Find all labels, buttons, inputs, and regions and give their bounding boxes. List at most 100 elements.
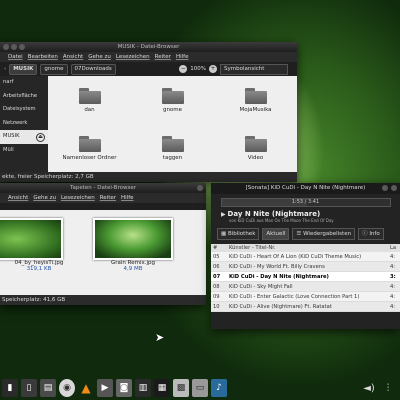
close-icon[interactable] bbox=[197, 185, 203, 191]
track-name: KiD CuDi - Sky Might Fall bbox=[227, 281, 388, 292]
menu-bearbeiten[interactable]: Bearbeiten bbox=[28, 52, 58, 62]
sidebar-item-dateisystem[interactable]: Dateisystem bbox=[0, 103, 48, 117]
files-icon[interactable]: ▯ bbox=[21, 379, 37, 397]
zoom-in-icon[interactable]: + bbox=[209, 65, 217, 73]
video-icon[interactable]: ▶ bbox=[97, 379, 113, 397]
monitor-icon[interactable]: ▭ bbox=[192, 379, 208, 397]
sidebar-item-arbeitsflaeche[interactable]: Arbeitsfläche bbox=[0, 90, 48, 104]
image-size: 319,1 KB bbox=[26, 266, 52, 272]
menu-gehe-zu[interactable]: Gehe zu bbox=[88, 52, 111, 62]
folder-icon bbox=[78, 135, 101, 152]
folder-grid: dan gnome MojaMusika Namenloser Ordner t… bbox=[48, 76, 297, 172]
track-number: 08 bbox=[211, 281, 227, 292]
close-icon[interactable] bbox=[391, 185, 397, 191]
menu-datei[interactable]: Datei bbox=[8, 52, 23, 62]
track-number: 10 bbox=[211, 301, 227, 312]
menu-lesezeichen[interactable]: Lesezeichen bbox=[61, 193, 95, 203]
table-row[interactable]: 08 KiD CuDi - Sky Might Fall 4: bbox=[211, 281, 400, 292]
music-icon[interactable]: ♪ bbox=[211, 379, 227, 397]
menu-ansicht[interactable]: Ansicht bbox=[8, 193, 28, 203]
folder-item[interactable]: Video bbox=[214, 124, 297, 172]
track-title: Day N Nite (Nightmare) bbox=[227, 210, 321, 218]
zoom-out-icon[interactable]: − bbox=[179, 65, 188, 73]
window-titlebar[interactable]: [Sonata] KiD CuDi - Day N Nite (Nightmar… bbox=[211, 183, 400, 194]
column-header[interactable]: Künstler - Titel-Nr. bbox=[227, 244, 388, 252]
window-titlebar[interactable]: MUSIK - Datei-Browser bbox=[0, 42, 297, 52]
track-name: KiD CuDi - Heart Of A Lion (KiD CuDi The… bbox=[227, 252, 388, 262]
disc-icon[interactable]: ◉ bbox=[59, 379, 75, 397]
folder-item[interactable]: MojaMusika bbox=[214, 76, 297, 124]
sonata-player-window: [Sonata] KiD CuDi - Day N Nite (Nightmar… bbox=[211, 183, 400, 329]
breadcrumb-gnome[interactable]: gnome bbox=[40, 63, 68, 75]
table-row[interactable]: 09 KiD CuDi - Enter Galactic (Love Connec… bbox=[211, 291, 400, 302]
track-number: 07 bbox=[211, 271, 227, 282]
tab-label: Info bbox=[369, 231, 380, 237]
minimize-icon[interactable] bbox=[11, 44, 17, 50]
breadcrumb-downloads[interactable]: 07Downloads bbox=[70, 63, 116, 75]
status-bar: ekte, freier Speicherplatz: 2,7 GB bbox=[0, 172, 297, 182]
image-item[interactable]: 04_by_heyisTi.jpg 319,1 KB bbox=[0, 210, 78, 295]
film-icon[interactable]: ▥ bbox=[135, 379, 151, 397]
tab-wiedergabelisten[interactable]: ☰ Wiedergabelisten bbox=[292, 228, 356, 240]
track-length: 4: bbox=[388, 261, 400, 272]
folder-item[interactable]: gnome bbox=[131, 76, 214, 124]
files-icon[interactable]: ▤ bbox=[40, 379, 56, 397]
menu-ansicht[interactable]: Ansicht bbox=[63, 52, 83, 62]
folder-item[interactable]: taggen bbox=[131, 124, 214, 172]
image-item[interactable]: Grain Remix.jpg 4,9 MB bbox=[78, 210, 188, 295]
tab-label: Wiedergabelisten bbox=[303, 231, 352, 237]
menu-gehe-zu[interactable]: Gehe zu bbox=[33, 193, 56, 203]
column-header[interactable]: La bbox=[388, 244, 400, 252]
breadcrumb-musik[interactable]: MUSIK bbox=[9, 63, 38, 75]
sidebar-item-muell[interactable]: Müll bbox=[0, 144, 48, 158]
folder-icon[interactable]: ▮ bbox=[2, 379, 18, 397]
sidebar-item-netzwerk[interactable]: Netzwerk bbox=[0, 117, 48, 131]
track-name: KiD CuDi - Enter Galactic (Love Connecti… bbox=[227, 291, 388, 302]
image-grid: 04_by_heyisTi.jpg 319,1 KB Grain Remix.j… bbox=[0, 210, 206, 295]
table-row-playing[interactable]: 07 KiD CuDi - Day N Nite (Nightmare) 3: bbox=[211, 271, 400, 282]
table-row[interactable]: 10 KiD CuDi - Alive (Nightmare) Ft. Ratat… bbox=[211, 301, 400, 312]
network-icon[interactable]: ⫶ bbox=[380, 379, 396, 397]
tab-aktuell[interactable]: Aktuell bbox=[262, 228, 290, 240]
menu-lesezeichen[interactable]: Lesezeichen bbox=[116, 52, 150, 62]
file-browser-musik-window: MUSIK - Datei-Browser Datei Bearbeiten A… bbox=[0, 42, 297, 182]
board-icon[interactable]: ▦ bbox=[154, 379, 170, 397]
menu-reiter[interactable]: Reiter bbox=[155, 52, 171, 62]
menu-hilfe[interactable]: Hilfe bbox=[176, 52, 189, 62]
tab-label: Bibliothek bbox=[227, 231, 256, 237]
track-length: 4: bbox=[388, 281, 400, 292]
table-row[interactable]: 05 KiD CuDi - Heart Of A Lion (KiD CuDi T… bbox=[211, 252, 400, 262]
playback-time: 1:53 / 3:41 bbox=[291, 199, 320, 205]
folder-item[interactable]: dan bbox=[48, 76, 131, 124]
view-mode-select[interactable]: Symbolansicht bbox=[220, 63, 288, 75]
sidebar-item-musik[interactable]: MUSIK ⏏ bbox=[0, 130, 48, 144]
places-sidebar: narf Arbeitsfläche Dateisystem Netzwerk … bbox=[0, 76, 48, 172]
table-row[interactable]: 06 KiD CuDi - My World Ft. Billy Cravens 4… bbox=[211, 261, 400, 272]
wallpaper-thumbnail bbox=[0, 218, 63, 260]
vlc-icon[interactable]: ▲ bbox=[78, 379, 94, 397]
camera-icon[interactable]: ◙ bbox=[116, 379, 132, 397]
menu-hilfe[interactable]: Hilfe bbox=[121, 193, 134, 203]
calculator-icon[interactable]: ▩ bbox=[173, 379, 189, 397]
column-header[interactable]: # bbox=[211, 244, 227, 252]
sidebar-item-narf[interactable]: narf bbox=[0, 76, 48, 90]
back-icon[interactable]: ‹ bbox=[4, 66, 6, 72]
folder-icon bbox=[161, 135, 184, 152]
location-toolbar: ‹ MUSIK gnome 07Downloads − 100% + Symbo… bbox=[0, 62, 297, 76]
player-tabs: ▦ Bibliothek Aktuell ☰ Wiedergabelisten … bbox=[217, 228, 400, 240]
tab-bibliothek[interactable]: ▦ Bibliothek bbox=[217, 228, 260, 240]
volume-icon[interactable]: ◄) bbox=[361, 379, 377, 397]
maximize-icon[interactable] bbox=[19, 44, 25, 50]
track-length: 4: bbox=[388, 291, 400, 302]
menu-reiter[interactable]: Reiter bbox=[100, 193, 116, 203]
folder-item[interactable]: Namenloser Ordner bbox=[48, 124, 131, 172]
tab-info[interactable]: ⓘ Info bbox=[358, 228, 384, 240]
wallpaper-thumbnail bbox=[93, 218, 173, 260]
window-titlebar[interactable]: Tapeten - Datei-Browser bbox=[0, 183, 206, 193]
close-icon[interactable] bbox=[3, 44, 9, 50]
progress-bar[interactable]: 1:53 / 3:41 bbox=[220, 198, 391, 207]
eject-icon[interactable]: ⏏ bbox=[36, 133, 45, 142]
tab-label: Aktuell bbox=[266, 231, 286, 237]
minimize-icon[interactable] bbox=[382, 185, 388, 191]
track-length: 4: bbox=[388, 301, 400, 312]
